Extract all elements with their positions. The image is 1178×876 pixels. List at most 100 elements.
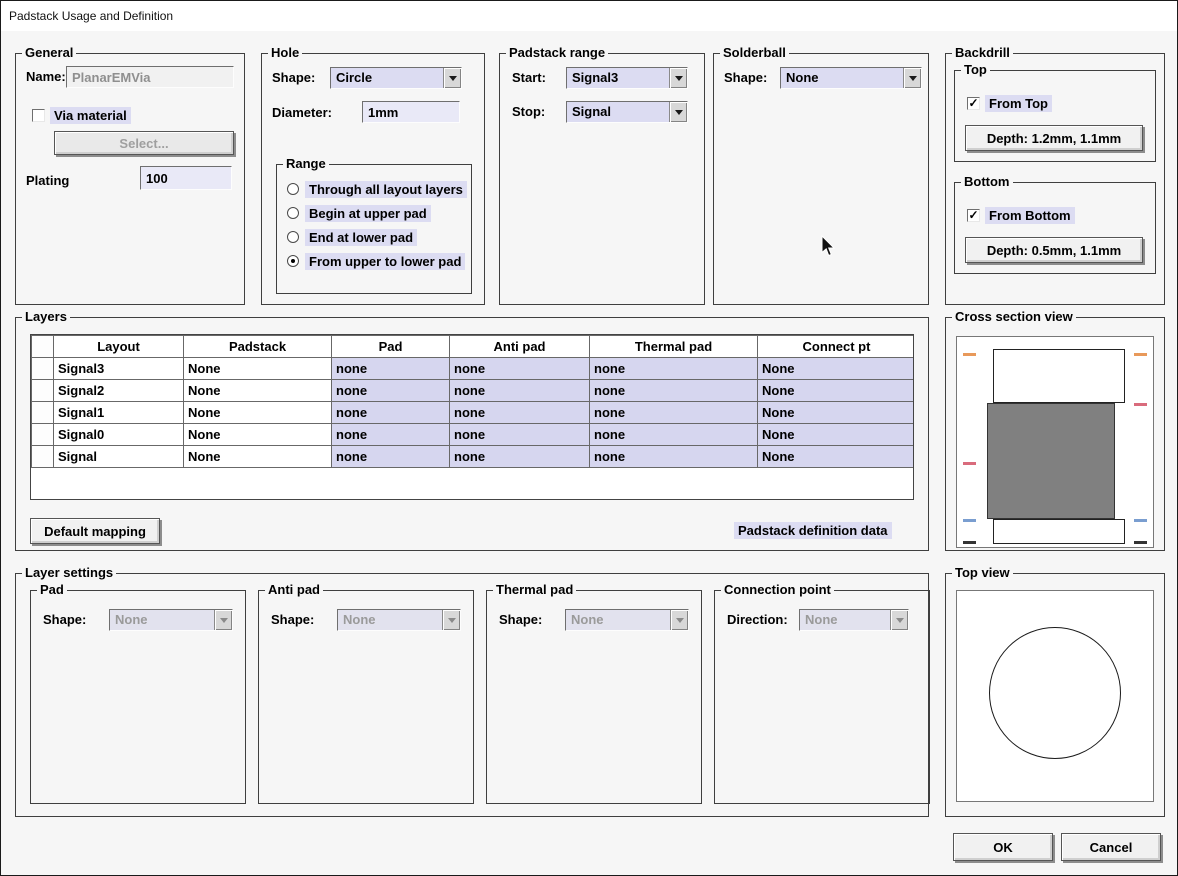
radio-button-icon[interactable]: [287, 231, 299, 243]
cell-thermal-pad[interactable]: none: [589, 357, 758, 380]
layer-marker-icon: [963, 353, 976, 356]
cell-padstack[interactable]: None: [183, 379, 332, 402]
thermal-pad-shape-value: None: [571, 612, 604, 627]
from-top-checkbox[interactable]: ✓: [967, 97, 980, 110]
row-header-cell[interactable]: [31, 401, 54, 424]
row-header-cell[interactable]: [31, 423, 54, 446]
dropdown-arrow-icon[interactable]: [443, 68, 461, 88]
layer-marker-icon: [963, 462, 976, 465]
layer-marker-icon: [1134, 519, 1147, 522]
cell-anti-pad[interactable]: none: [449, 423, 590, 446]
backdrill-bottom-title: Bottom: [961, 175, 1013, 189]
radio-button-icon[interactable]: [287, 207, 299, 219]
cell-padstack[interactable]: None: [183, 423, 332, 446]
cell-connect-pt[interactable]: None: [757, 423, 913, 446]
from-bottom-label: From Bottom: [985, 207, 1075, 224]
window-title: Padstack Usage and Definition: [9, 9, 174, 23]
top-view-group: Top view: [945, 566, 1165, 817]
row-header-cell[interactable]: [31, 445, 54, 468]
table-corner-cell: [31, 335, 54, 358]
thermal-pad-group-title: Thermal pad: [493, 583, 577, 597]
cancel-button[interactable]: Cancel: [1061, 833, 1161, 861]
connection-point-group-title: Connection point: [721, 583, 834, 597]
general-group: General Name: Via material Select... Pla…: [15, 46, 245, 305]
range-group: Range Through all layout layers Begin at …: [276, 157, 472, 294]
padstack-stop-select[interactable]: Signal: [566, 101, 688, 123]
cell-padstack[interactable]: None: [183, 401, 332, 424]
range-option[interactable]: From upper to lower pad: [279, 249, 469, 273]
dropdown-arrow-icon[interactable]: [669, 68, 687, 88]
thermal-pad-shape-select: None: [565, 609, 689, 631]
layers-table-head-row: Layout Padstack Pad Anti pad Thermal pad Conn…: [31, 335, 913, 358]
cell-connect-pt[interactable]: None: [757, 357, 913, 380]
dropdown-arrow-icon[interactable]: [669, 102, 687, 122]
cell-thermal-pad[interactable]: none: [589, 379, 758, 402]
range-options: Through all layout layers Begin at upper …: [279, 177, 469, 273]
cell-pad[interactable]: none: [331, 423, 450, 446]
layers-group: Layers Layout Padstack Pad Anti pad Thermal …: [15, 310, 929, 551]
direction-label: Direction:: [727, 612, 788, 627]
cell-anti-pad[interactable]: none: [449, 401, 590, 424]
cell-anti-pad[interactable]: none: [449, 379, 590, 402]
dropdown-arrow-icon[interactable]: [903, 68, 921, 88]
via-barrel: [987, 403, 1115, 519]
mouse-cursor-icon: [821, 235, 836, 257]
range-option[interactable]: Begin at upper pad: [279, 201, 469, 225]
cell-connect-pt[interactable]: None: [757, 379, 913, 402]
cross-section-bottom-pad: [993, 519, 1125, 544]
cell-thermal-pad[interactable]: none: [589, 445, 758, 468]
cell-layout: Signal0: [53, 423, 184, 446]
hole-shape-select[interactable]: Circle: [330, 67, 462, 89]
radio-button-icon[interactable]: [287, 183, 299, 195]
column-header: Padstack: [183, 335, 332, 358]
cell-padstack[interactable]: None: [183, 357, 332, 380]
cell-connect-pt[interactable]: None: [757, 445, 913, 468]
stop-label: Stop:: [512, 104, 546, 119]
range-option-label: From upper to lower pad: [305, 252, 466, 270]
pad-shape-label: Shape:: [43, 612, 87, 627]
layer-marker-icon: [963, 541, 976, 544]
top-view-title: Top view: [952, 566, 1013, 580]
ok-button[interactable]: OK: [953, 833, 1053, 861]
top-view-canvas: [956, 590, 1154, 802]
pad-shape-select: None: [109, 609, 233, 631]
cell-thermal-pad[interactable]: none: [589, 401, 758, 424]
plating-input[interactable]: [140, 166, 232, 190]
range-option[interactable]: Through all layout layers: [279, 177, 469, 201]
column-header: Thermal pad: [589, 335, 758, 358]
cell-anti-pad[interactable]: none: [449, 445, 590, 468]
pad-group: Pad Shape: None: [30, 583, 246, 804]
range-option[interactable]: End at lower pad: [279, 225, 469, 249]
from-bottom-checkbox[interactable]: ✓: [967, 209, 980, 222]
row-header-cell[interactable]: [31, 357, 54, 380]
cell-connect-pt[interactable]: None: [757, 401, 913, 424]
cell-pad[interactable]: none: [331, 379, 450, 402]
cell-layout: Signal2: [53, 379, 184, 402]
thermal-pad-shape-label: Shape:: [499, 612, 543, 627]
table-row: Signal3 None none none none None: [31, 357, 913, 380]
start-label: Start:: [512, 70, 546, 85]
cell-pad[interactable]: none: [331, 401, 450, 424]
padstack-dialog: Padstack Usage and Definition General Na…: [0, 0, 1178, 876]
anti-pad-shape-select: None: [337, 609, 461, 631]
padstack-range-group: Padstack range Start: Signal3 Stop: Sign…: [499, 46, 705, 305]
cell-padstack[interactable]: None: [183, 445, 332, 468]
backdrill-top-depth-button[interactable]: Depth: 1.2mm, 1.1mm: [965, 125, 1143, 151]
via-material-checkbox[interactable]: [32, 109, 45, 122]
general-group-title: General: [22, 46, 77, 60]
diameter-input[interactable]: [362, 101, 460, 123]
range-group-title: Range: [283, 157, 329, 171]
solderball-shape-select[interactable]: None: [780, 67, 922, 89]
padstack-start-select[interactable]: Signal3: [566, 67, 688, 89]
solderball-title: Solderball: [720, 46, 789, 60]
default-mapping-button[interactable]: Default mapping: [30, 518, 160, 544]
cell-anti-pad[interactable]: none: [449, 357, 590, 380]
cell-thermal-pad[interactable]: none: [589, 423, 758, 446]
row-header-cell[interactable]: [31, 379, 54, 402]
table-row: Signal2 None none none none None: [31, 379, 913, 402]
cell-pad[interactable]: none: [331, 357, 450, 380]
cell-pad[interactable]: none: [331, 445, 450, 468]
radio-button-icon[interactable]: [287, 255, 299, 267]
backdrill-bottom-depth-button[interactable]: Depth: 0.5mm, 1.1mm: [965, 237, 1143, 263]
backdrill-group: Backdrill Top ✓ From Top Depth: 1.2mm, 1…: [945, 46, 1165, 305]
